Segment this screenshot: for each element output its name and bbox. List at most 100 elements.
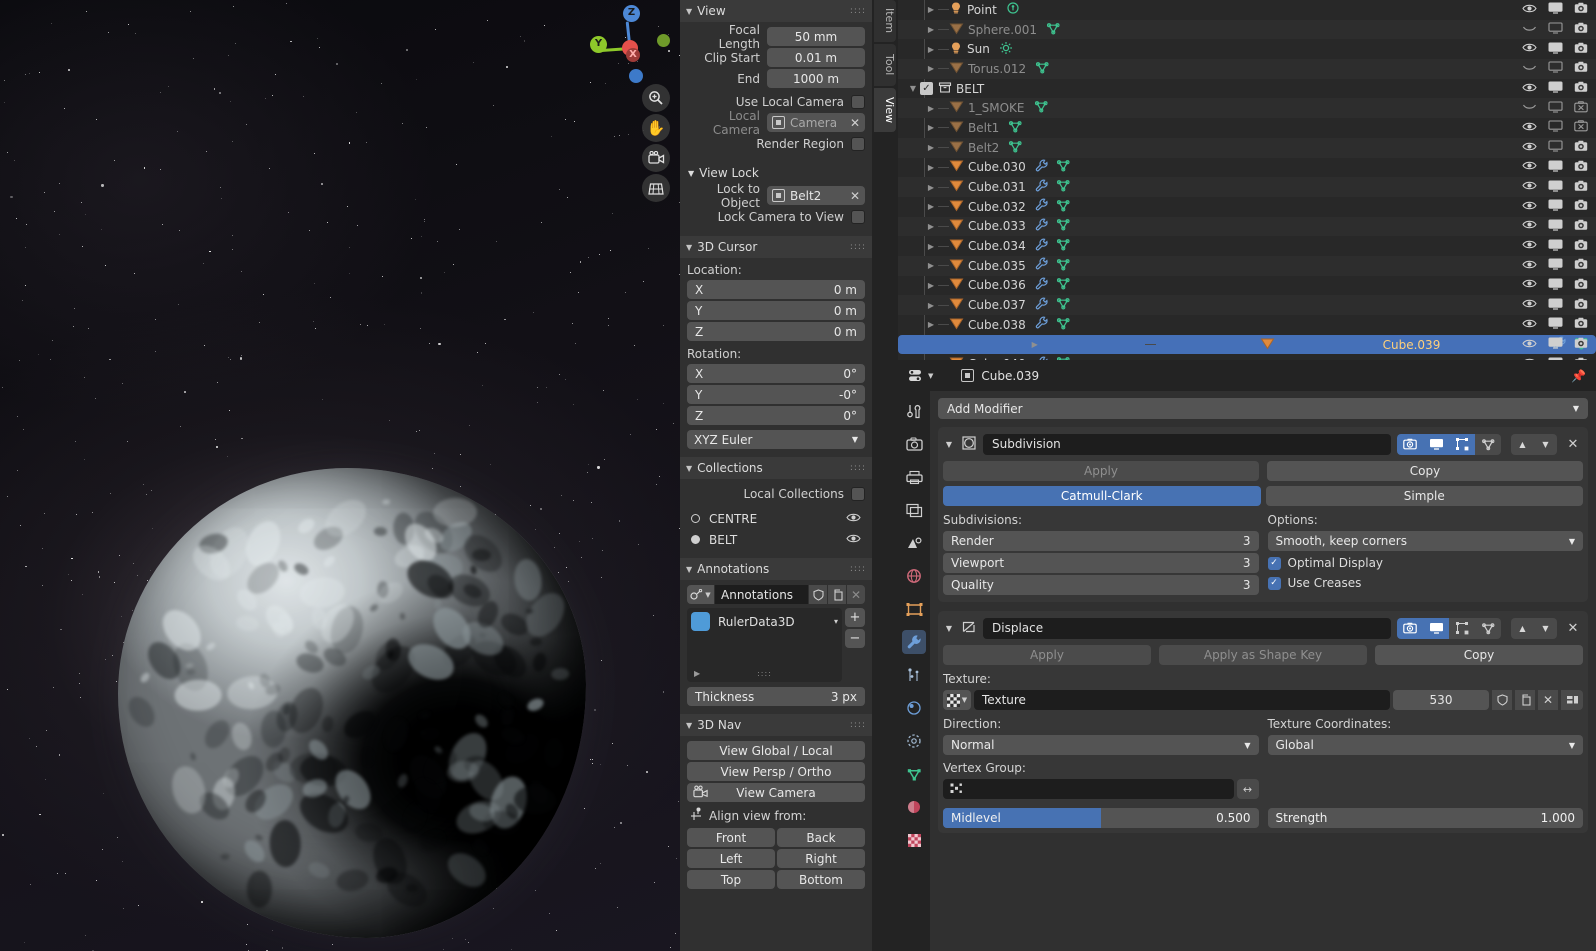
outliner-row[interactable]: ▶ Cube.036 [898,276,1596,296]
expand-triangle-icon[interactable]: ▶ [924,320,938,329]
unlink-texture-icon[interactable]: ✕ [1538,690,1558,710]
clip-end-row[interactable]: End 1000 m [687,69,865,88]
strength-slider[interactable]: Strength 1.000 [1267,808,1583,828]
focal-length-field[interactable]: 50 mm [767,27,865,46]
collection-radio-icon[interactable] [691,535,700,544]
focal-length-row[interactable]: Focal Length 50 mm [687,23,865,51]
subdivision-quality-field[interactable]: Quality 3 [943,575,1259,595]
mesh-data-icon[interactable] [1056,297,1071,313]
expand-triangle-icon[interactable]: ▶ [924,163,938,172]
eye-closed-icon[interactable] [1522,101,1537,115]
view-global-local-button[interactable]: View Global / Local [687,741,865,760]
camera-render-on-icon[interactable] [1574,199,1588,214]
align-view-back-button[interactable]: Back [777,828,865,847]
annotations-panel-header[interactable]: ▼ Annotations :::: [680,558,872,580]
browse-texture-icon[interactable]: ▼ [943,690,971,710]
modifier-icon[interactable] [1035,257,1049,274]
mesh-data-icon[interactable] [1008,120,1023,136]
editor-type-icon[interactable]: ▼ [908,368,933,383]
eye-open-icon[interactable] [1522,259,1537,273]
cursor-panel-header[interactable]: ▼ 3D Cursor :::: [680,236,872,258]
texture-user-count[interactable]: 530 [1393,690,1489,710]
modifier-name-field[interactable]: Subdivision [983,433,1391,455]
expand-triangle-icon[interactable]: ▶ [924,25,938,34]
clear-lock-object-icon[interactable]: ✕ [846,189,860,203]
annotation-browse-icon[interactable]: ▼ [687,585,714,604]
vertex-group-field[interactable] [943,779,1234,799]
gizmo-axis-z-neg[interactable] [629,69,643,83]
render-region-row[interactable]: Render Region [687,134,865,153]
midlevel-slider[interactable]: Midlevel 0.500 [943,808,1259,828]
subdivision-type-simple[interactable]: Simple [1265,486,1583,506]
clip-start-field[interactable]: 0.01 m [767,48,865,67]
optimal-display-checkbox-row[interactable]: ✓ Optimal Display [1267,553,1584,573]
move-modifier-down-button[interactable]: ▼ [1534,433,1557,455]
expand-triangle-icon[interactable]: ▶ [924,5,938,14]
expand-triangle-icon[interactable]: ▶ [924,45,938,54]
render-tab[interactable] [902,432,926,456]
mesh-data-icon[interactable] [1056,258,1071,274]
3d-viewport[interactable]: Z Y X ✋ [0,0,680,951]
object-tab[interactable] [902,597,926,621]
pin-icon[interactable]: 📌 [1571,369,1586,383]
move-modifier-up-button[interactable]: ▲ [1511,617,1534,639]
expand-triangle-icon[interactable]: ▶ [924,123,938,132]
camera-render-on-icon[interactable] [1574,140,1588,155]
camera-render-on-icon[interactable] [1574,278,1588,293]
clip-end-field[interactable]: 1000 m [767,69,865,88]
view-persp-ortho-button[interactable]: View Persp / Ortho [687,762,865,781]
outliner-row[interactable]: ▶ Belt1 [898,118,1596,138]
outliner-row[interactable]: ▶ Cube.039 [898,334,1596,355]
lock-to-object-field[interactable]: Belt2 ✕ [767,186,865,205]
edit-mode-toggle[interactable] [1449,433,1475,455]
monitor-off-icon[interactable] [1548,140,1563,155]
mesh-data-icon[interactable] [1046,22,1061,38]
cursor-rotation-y-field[interactable]: Y -0° [687,385,865,404]
eye-open-icon[interactable] [1522,121,1537,135]
gizmo-axis-y-pos[interactable]: Y [590,36,607,53]
modifier-name-field[interactable]: Displace [983,617,1391,639]
collection-item-centre[interactable]: CENTRE [687,508,865,529]
edit-texture-icon[interactable] [1561,690,1583,710]
camera-render-on-icon[interactable] [1574,81,1588,96]
eye-open-icon[interactable] [1522,278,1537,292]
modifier-icon[interactable] [1035,238,1049,255]
local-collections-row[interactable]: Local Collections [687,484,865,503]
camera-render-on-icon[interactable] [1574,239,1588,254]
monitor-on-icon[interactable] [1548,258,1563,273]
use-creases-checkbox-row[interactable]: ✓ Use Creases [1267,573,1584,593]
rotation-mode-dropdown[interactable]: XYZ Euler ▼ [687,430,865,449]
outliner-row[interactable]: ▶ Cube.038 [898,315,1596,335]
monitor-on-icon[interactable] [1548,278,1563,293]
mesh-data-icon[interactable] [1008,140,1023,156]
cursor-rotation-z-field[interactable]: Z 0° [687,406,865,425]
collection-visibility-icon[interactable] [846,512,861,526]
expand-triangle-icon[interactable]: ▶ [924,242,938,251]
outliner-row[interactable]: ▶ Cube.035 [898,255,1596,276]
eye-open-icon[interactable] [1522,141,1537,155]
apply-button[interactable]: Apply [943,461,1259,481]
eye-open-icon[interactable] [1522,219,1537,233]
lock-to-object-row[interactable]: Lock to Object Belt2 ✕ [687,182,865,210]
collection-visibility-icon[interactable] [846,533,861,547]
modifier-tab[interactable] [902,630,926,654]
monitor-on-icon[interactable] [1548,317,1563,332]
camera-render-on-icon[interactable] [1574,317,1588,332]
camera-render-on-icon[interactable] [1574,258,1588,273]
eye-open-icon[interactable] [1522,180,1537,194]
subdivision-render-field[interactable]: Render 3 [943,531,1259,551]
use-local-camera-checkbox[interactable] [851,94,865,109]
cursor-rotation-x-field[interactable]: X 0° [687,364,865,383]
modifier-icon[interactable] [1035,218,1049,235]
camera-render-on-icon[interactable] [1574,298,1588,313]
layer-onion-icon[interactable]: ▾ [834,617,838,626]
collapse-triangle-icon[interactable]: ▼ [943,440,955,449]
copy-button[interactable]: Copy [1375,645,1583,665]
asteroid-object[interactable] [118,468,586,938]
lock-camera-to-view-checkbox[interactable] [851,209,865,224]
eye-open-icon[interactable] [1522,200,1537,214]
camera-view-icon[interactable] [642,144,670,172]
monitor-on-icon[interactable] [1548,160,1563,175]
add-layer-button[interactable]: + [845,608,865,627]
unlink-annotation-icon[interactable]: ✕ [847,585,865,604]
